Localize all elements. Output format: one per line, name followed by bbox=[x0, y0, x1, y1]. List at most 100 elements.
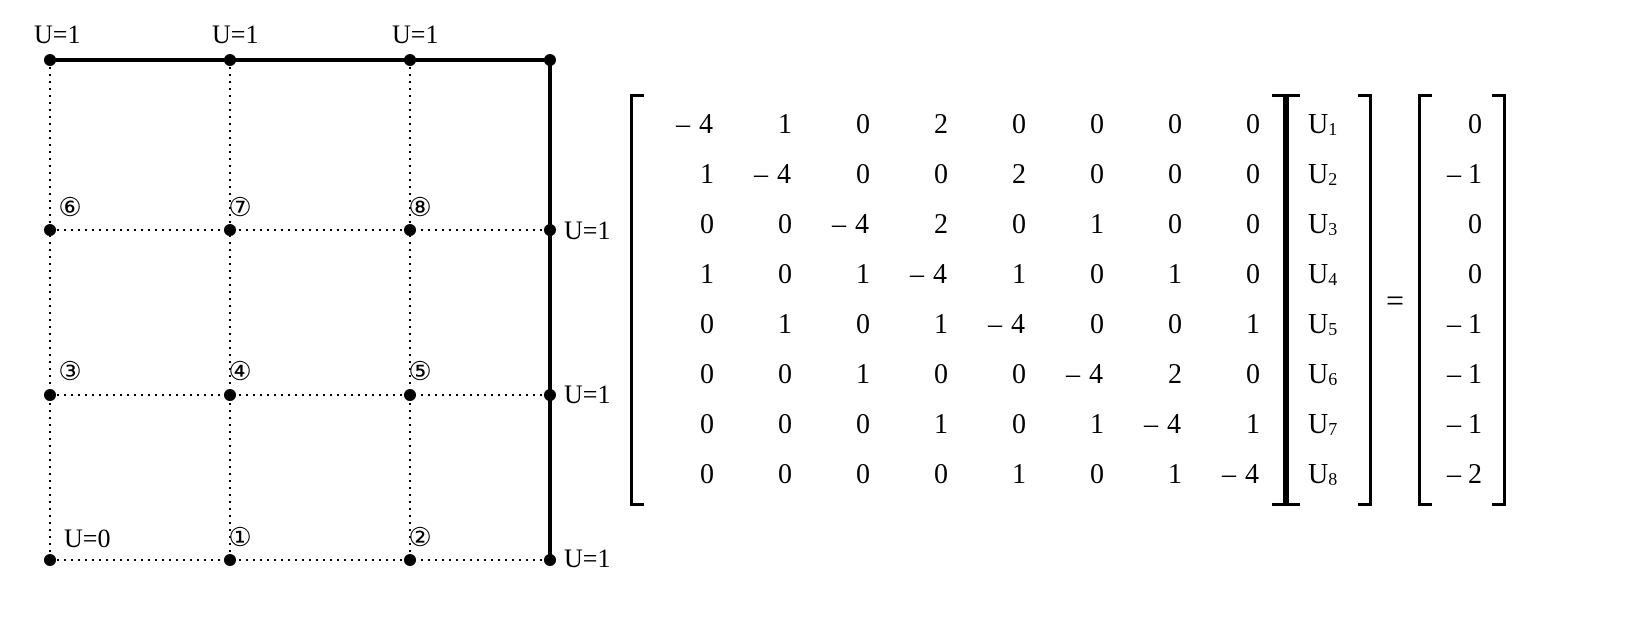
bc-right-2: U=1 bbox=[564, 544, 610, 574]
A-6-5: 0 bbox=[958, 350, 1036, 400]
bc-bottom-left: U=0 bbox=[64, 524, 110, 554]
A-2-1: 1 bbox=[646, 150, 724, 200]
node-8: ⑧ bbox=[408, 195, 431, 221]
A-5-3: 0 bbox=[802, 300, 880, 350]
matrix-A: – 410200001– 400200000– 420100101– 41010… bbox=[630, 94, 1286, 506]
A-2-6: 0 bbox=[1036, 150, 1114, 200]
node-1: ① bbox=[228, 525, 251, 551]
A-4-8: 0 bbox=[1192, 250, 1270, 300]
A-3-6: 1 bbox=[1036, 200, 1114, 250]
A-4-5: 1 bbox=[958, 250, 1036, 300]
A-7-5: 0 bbox=[958, 400, 1036, 450]
A-8-1: 0 bbox=[646, 450, 724, 500]
A-3-2: 0 bbox=[724, 200, 802, 250]
A-5-6: 0 bbox=[1036, 300, 1114, 350]
vector-U: U1U2U3U4U5U6U7U8 bbox=[1286, 94, 1372, 506]
A-7-2: 0 bbox=[724, 400, 802, 450]
U-4: U4 bbox=[1302, 250, 1356, 300]
U-7: U7 bbox=[1302, 400, 1356, 450]
A-4-1: 1 bbox=[646, 250, 724, 300]
A-5-7: 0 bbox=[1114, 300, 1192, 350]
b-6: – 1 bbox=[1434, 350, 1490, 400]
vector-b: 0– 100– 1– 1– 1– 2 bbox=[1418, 94, 1506, 506]
bc-right-1: U=1 bbox=[564, 380, 610, 410]
node-5: ⑤ bbox=[408, 359, 431, 385]
A-8-4: 0 bbox=[880, 450, 958, 500]
U-6: U6 bbox=[1302, 350, 1356, 400]
A-4-6: 0 bbox=[1036, 250, 1114, 300]
equals-sign: = bbox=[1372, 282, 1418, 319]
A-4-2: 0 bbox=[724, 250, 802, 300]
node-3: ③ bbox=[58, 359, 81, 385]
A-8-8: – 4 bbox=[1192, 450, 1270, 500]
A-5-2: 1 bbox=[724, 300, 802, 350]
A-2-7: 0 bbox=[1114, 150, 1192, 200]
bc-top-2: U=1 bbox=[392, 20, 438, 50]
bc-top-0: U=1 bbox=[34, 20, 80, 50]
A-2-3: 0 bbox=[802, 150, 880, 200]
A-4-3: 1 bbox=[802, 250, 880, 300]
A-7-8: 1 bbox=[1192, 400, 1270, 450]
A-6-6: – 4 bbox=[1036, 350, 1114, 400]
A-7-1: 0 bbox=[646, 400, 724, 450]
fd-grid-diagram: U=1 U=1 U=1 U=1 U=1 U=1 U=0 ① ② ③ ④ ⑤ ⑥ … bbox=[30, 20, 570, 580]
A-1-7: 0 bbox=[1114, 100, 1192, 150]
b-5: – 1 bbox=[1434, 300, 1490, 350]
A-8-7: 1 bbox=[1114, 450, 1192, 500]
U-1: U1 bbox=[1302, 100, 1356, 150]
node-2: ② bbox=[408, 525, 431, 551]
A-7-6: 1 bbox=[1036, 400, 1114, 450]
A-2-4: 0 bbox=[880, 150, 958, 200]
linear-system-equation: – 410200001– 400200000– 420100101– 41010… bbox=[630, 94, 1506, 506]
A-5-8: 1 bbox=[1192, 300, 1270, 350]
A-3-4: 2 bbox=[880, 200, 958, 250]
A-1-4: 2 bbox=[880, 100, 958, 150]
b-2: – 1 bbox=[1434, 150, 1490, 200]
A-1-1: – 4 bbox=[646, 100, 724, 150]
A-3-1: 0 bbox=[646, 200, 724, 250]
A-1-5: 0 bbox=[958, 100, 1036, 150]
node-6: ⑥ bbox=[58, 195, 81, 221]
A-3-8: 0 bbox=[1192, 200, 1270, 250]
A-6-4: 0 bbox=[880, 350, 958, 400]
b-7: – 1 bbox=[1434, 400, 1490, 450]
A-1-8: 0 bbox=[1192, 100, 1270, 150]
A-3-7: 0 bbox=[1114, 200, 1192, 250]
A-7-4: 1 bbox=[880, 400, 958, 450]
A-2-8: 0 bbox=[1192, 150, 1270, 200]
A-3-5: 0 bbox=[958, 200, 1036, 250]
A-2-5: 2 bbox=[958, 150, 1036, 200]
A-3-3: – 4 bbox=[802, 200, 880, 250]
A-6-7: 2 bbox=[1114, 350, 1192, 400]
A-6-2: 0 bbox=[724, 350, 802, 400]
A-1-6: 0 bbox=[1036, 100, 1114, 150]
b-4: 0 bbox=[1434, 250, 1490, 300]
A-5-4: 1 bbox=[880, 300, 958, 350]
A-5-1: 0 bbox=[646, 300, 724, 350]
U-5: U5 bbox=[1302, 300, 1356, 350]
A-2-2: – 4 bbox=[724, 150, 802, 200]
A-6-3: 1 bbox=[802, 350, 880, 400]
bc-top-1: U=1 bbox=[212, 20, 258, 50]
b-8: – 2 bbox=[1434, 450, 1490, 500]
A-4-7: 1 bbox=[1114, 250, 1192, 300]
node-7: ⑦ bbox=[228, 195, 251, 221]
b-3: 0 bbox=[1434, 200, 1490, 250]
A-6-1: 0 bbox=[646, 350, 724, 400]
A-8-2: 0 bbox=[724, 450, 802, 500]
A-4-4: – 4 bbox=[880, 250, 958, 300]
A-1-3: 0 bbox=[802, 100, 880, 150]
A-7-3: 0 bbox=[802, 400, 880, 450]
A-8-5: 1 bbox=[958, 450, 1036, 500]
A-8-3: 0 bbox=[802, 450, 880, 500]
A-7-7: – 4 bbox=[1114, 400, 1192, 450]
bc-right-0: U=1 bbox=[564, 216, 610, 246]
b-1: 0 bbox=[1434, 100, 1490, 150]
A-1-2: 1 bbox=[724, 100, 802, 150]
A-6-8: 0 bbox=[1192, 350, 1270, 400]
A-8-6: 0 bbox=[1036, 450, 1114, 500]
U-8: U8 bbox=[1302, 450, 1356, 500]
U-3: U3 bbox=[1302, 200, 1356, 250]
node-4: ④ bbox=[228, 359, 251, 385]
U-2: U2 bbox=[1302, 150, 1356, 200]
